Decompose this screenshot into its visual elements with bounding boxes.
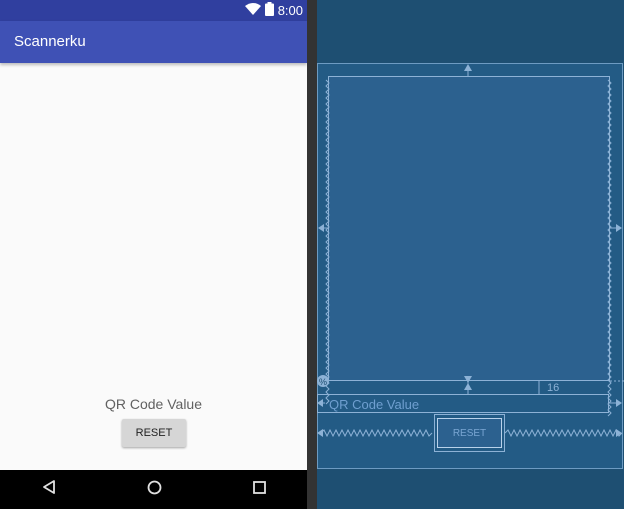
percent-guideline-icon[interactable]: % <box>317 375 329 387</box>
spring-scanner-right <box>607 79 612 417</box>
recents-icon <box>252 480 266 499</box>
back-icon <box>42 480 56 499</box>
status-bar: 8:00 <box>0 0 307 21</box>
status-icons: 8:00 <box>244 2 303 19</box>
app-bar: Scannerku <box>0 21 307 63</box>
constraint-spring-reset-left <box>317 428 433 438</box>
back-button[interactable] <box>29 470 69 509</box>
panel-divider[interactable] <box>307 0 317 509</box>
constraint-arrow-scanner-qr <box>464 376 472 394</box>
blueprint-view: QR Code Value RESET 16 % <box>317 0 624 509</box>
app-title: Scannerku <box>14 33 86 50</box>
status-time: 8:00 <box>277 3 303 18</box>
reset-button[interactable]: RESET <box>122 419 186 447</box>
home-button[interactable] <box>134 470 174 509</box>
constraint-spring-reset-right <box>504 428 623 438</box>
navigation-bar <box>0 470 307 509</box>
qr-code-value-label: QR Code Value <box>104 396 202 412</box>
constraint-arrow-top <box>464 64 472 76</box>
spring-scanner-left <box>325 79 330 405</box>
wifi-icon <box>244 2 261 19</box>
battery-icon <box>264 2 274 19</box>
constraint-arrow-right <box>610 224 622 232</box>
device-preview: 8:00 Scannerku QR Code Value RESET <box>0 0 307 509</box>
constraint-arrow-qr-left <box>317 399 325 407</box>
home-icon <box>147 480 162 500</box>
recents-button[interactable] <box>239 470 279 509</box>
constraint-arrow-qr-right <box>609 399 622 407</box>
svg-text:%: % <box>319 377 327 387</box>
blueprint-constraints: % <box>317 64 624 438</box>
